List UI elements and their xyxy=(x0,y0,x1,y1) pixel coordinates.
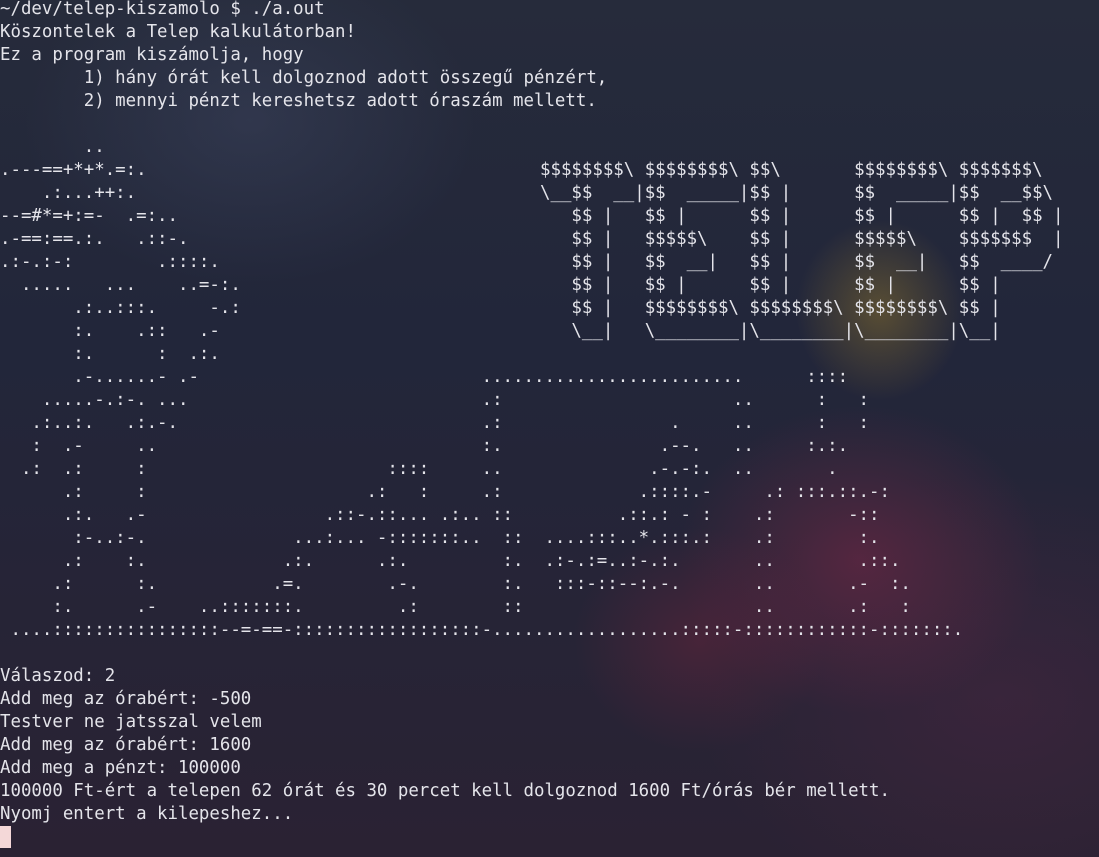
welcome-text: Köszontelek a Telep kalkulátorban! xyxy=(0,22,356,42)
warning-line: Testver ne jatsszal velem xyxy=(0,712,262,732)
answer-line: Válaszod: 2 xyxy=(0,666,116,686)
intro-text: Ez a program kiszámolja, hogy xyxy=(0,45,304,65)
shell-prompt: ~/dev/telep-kiszamolo $ ./a.out xyxy=(0,0,325,19)
wage-prompt-line-2: Add meg az órabért: 1600 xyxy=(0,735,252,755)
money-prompt-line: Add meg a pénzt: 100000 xyxy=(0,758,241,778)
option-2-text: 2) mennyi pénzt kereshetsz adott óraszám… xyxy=(0,91,597,111)
text-cursor[interactable] xyxy=(0,826,11,848)
exit-prompt-line: Nyomj entert a kilepeshez... xyxy=(0,804,294,824)
ascii-art-scene: ......................... :::: .: .. : :… xyxy=(10,367,964,640)
option-1-text: 1) hány órát kell dolgoznod adott összeg… xyxy=(0,68,608,88)
terminal-window[interactable]: ~/dev/telep-kiszamolo $ ./a.out Köszonte… xyxy=(0,0,1099,857)
ascii-art-telep-logo: $$$$$$$$\ $$$$$$$$\ $$\ $$$$$$$$\ $$$$$$… xyxy=(540,160,1064,341)
result-line: 100000 Ft-ért a telepen 62 órát és 30 pe… xyxy=(0,781,890,801)
wage-prompt-line-1: Add meg az órabért: -500 xyxy=(0,689,252,709)
